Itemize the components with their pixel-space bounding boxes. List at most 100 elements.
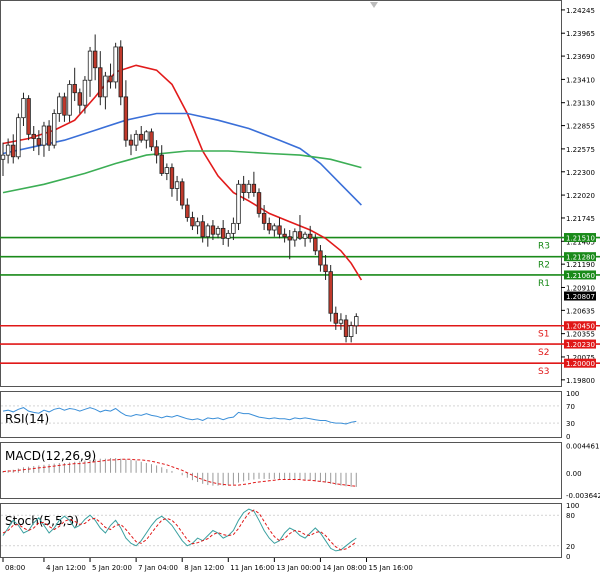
candle <box>256 188 262 218</box>
stoch-label: Stoch(5,5,3) <box>5 514 79 528</box>
level-label: S2 <box>538 348 549 358</box>
candle-body-bear <box>46 125 52 146</box>
time-tick-label: 14 Jan 08:00 <box>322 564 366 572</box>
candle-body-bull <box>52 113 57 146</box>
candle-body-bear <box>343 319 349 337</box>
candle-body-bull <box>57 96 62 114</box>
candle-body-bull <box>272 225 277 231</box>
candle-body-bull <box>41 125 47 146</box>
candle-body-bull <box>144 131 149 141</box>
candle-body-bull <box>21 98 26 119</box>
candle-body-bull <box>205 225 210 238</box>
candle-body-bear <box>98 67 103 98</box>
candle-body-bull <box>113 46 118 83</box>
price-tick-label: 1.22855 <box>566 123 595 131</box>
stoch-panel-frame <box>0 503 562 558</box>
macd-label: MACD(12,26,9) <box>5 449 96 463</box>
candle-body-bull <box>87 50 93 81</box>
candle-body-bear <box>323 264 328 273</box>
macd-tick-label: 0.004461 <box>566 442 599 450</box>
stoch-tick-label: 0 <box>566 553 570 561</box>
macd-tick-label: 0.00 <box>566 470 582 478</box>
candle-body-bear <box>92 50 98 69</box>
price-tick-label: 1.19800 <box>566 377 595 385</box>
time-tick-label: 5 Jan 20:00 <box>92 564 132 572</box>
candle-body-bear <box>185 204 190 218</box>
candle-body-bear <box>313 237 318 252</box>
price-panel-frame <box>0 0 562 387</box>
candle-body-bear <box>154 146 159 156</box>
candle-body-bear <box>210 225 216 235</box>
candle-body-bull <box>164 167 170 174</box>
candle-body-bear <box>11 144 16 158</box>
candle <box>118 40 123 106</box>
level-price-text: 1.20000 <box>566 360 595 368</box>
level-label: R2 <box>538 261 550 271</box>
macd-tick-label: -0.003642 <box>566 492 600 500</box>
candle-body-bear <box>200 221 205 238</box>
price-tick-label: 1.20355 <box>566 331 595 339</box>
candle <box>179 178 185 210</box>
candle-body-bull <box>82 79 88 106</box>
level-label: R3 <box>538 242 550 252</box>
candle <box>16 113 21 160</box>
stoch-tick-label: 80 <box>566 512 575 520</box>
candle-body-bull <box>226 232 231 239</box>
candle-body-bear <box>149 131 154 148</box>
candle-body-bear <box>307 233 313 239</box>
candle-body-bull <box>16 117 21 158</box>
price-tick-label: 1.22300 <box>566 169 595 177</box>
candle-body-bear <box>256 192 262 214</box>
price-tick-label: 1.20910 <box>566 284 595 292</box>
level-price-text: 1.21510 <box>566 235 595 243</box>
time-tick-label: 11 Jan 16:00 <box>230 564 274 572</box>
candle-body-bull <box>348 325 354 337</box>
price-tick-label: 1.22020 <box>566 192 595 200</box>
level-price-text: 1.20230 <box>566 341 595 349</box>
time-tick-label: 7 Jan 04:00 <box>138 564 178 572</box>
rsi-panel-frame <box>0 391 562 438</box>
current-price-text: 1.20807 <box>566 293 595 301</box>
candle-body-bear <box>277 225 282 235</box>
candle-body-bear <box>318 250 323 266</box>
candle-body-bull <box>67 83 72 116</box>
candle-body-bear <box>267 222 272 231</box>
candle-body-bear <box>282 233 287 238</box>
candle-body-bull <box>236 183 241 224</box>
candle-body-bull <box>195 221 200 227</box>
level-label: S3 <box>538 367 549 377</box>
rsi-tick-label: 70 <box>566 403 575 411</box>
macd-axis: 0.004461 0.00 -0.003642 <box>566 442 600 500</box>
candle-body-bull <box>292 231 298 241</box>
level-label: S1 <box>538 330 549 340</box>
price-tick-label: 1.21745 <box>566 215 595 223</box>
rsi-label: RSI(14) <box>5 412 49 426</box>
candle-body-bull <box>354 316 359 327</box>
time-tick-label: 8 Jan 12:00 <box>184 564 224 572</box>
stoch-tick-label: 100 <box>566 502 579 510</box>
candle-body-bull <box>5 144 11 156</box>
level-price-text: 1.20450 <box>566 323 595 331</box>
price-tick-label: 1.21190 <box>566 261 595 269</box>
candle-body-bull <box>215 227 221 235</box>
candle-body-bear <box>26 98 31 135</box>
level-price-text: 1.21280 <box>566 254 595 262</box>
candle-body-bear <box>128 139 134 146</box>
candle-body-bear <box>190 217 195 227</box>
candle <box>26 95 31 141</box>
candle-body-bear <box>261 212 267 224</box>
candle-body-bear <box>36 138 42 146</box>
candle-body-bear <box>328 271 333 314</box>
candle-body-bear <box>241 183 246 193</box>
price-tick-label: 1.20635 <box>566 307 595 315</box>
candle-body-bear <box>179 181 185 206</box>
price-tick-label: 1.23690 <box>566 53 595 61</box>
stoch-tick-label: 20 <box>566 543 575 551</box>
candle-body-bull <box>338 319 344 324</box>
candle-body-bull <box>302 233 308 239</box>
candle-body-bear <box>139 133 144 141</box>
rsi-tick-label: 100 <box>566 390 579 398</box>
price-tick-label: 1.23410 <box>566 76 595 84</box>
candle-body-bull <box>246 183 251 193</box>
candle-body-bull <box>103 75 108 98</box>
